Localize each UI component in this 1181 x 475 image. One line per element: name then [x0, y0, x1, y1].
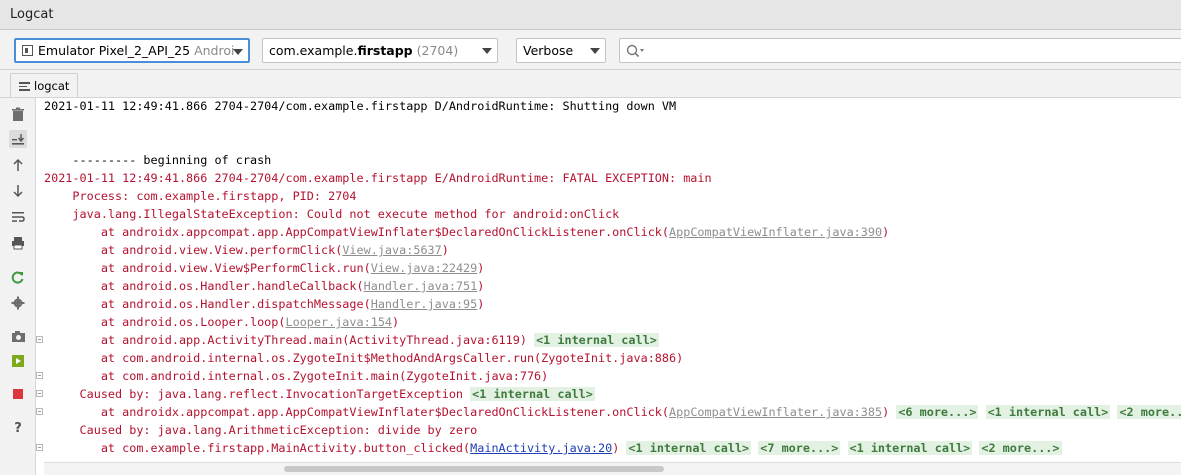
chevron-down-icon: [590, 48, 600, 54]
chevron-down-icon: [233, 49, 243, 55]
source-link[interactable]: Looper.java:154: [285, 315, 392, 329]
stack-frame: at android.os.Looper.loop(Looper.java:15…: [44, 315, 400, 329]
device-dropdown[interactable]: Emulator Pixel_2_API_25 Androi: [14, 38, 250, 63]
caused-by-line: Caused by: java.lang.ArithmeticException…: [44, 423, 478, 437]
settings-icon[interactable]: [9, 294, 27, 312]
log-line: --------- beginning of crash: [44, 153, 272, 167]
screenshot-icon[interactable]: [9, 327, 27, 345]
logcat-toolbar: Emulator Pixel_2_API_25 Androi com.examp…: [0, 30, 1181, 70]
log-line: 2021-01-11 12:49:41.866 2704-2704/com.ex…: [44, 99, 677, 113]
fold-marker[interactable]: [36, 390, 43, 397]
source-link[interactable]: Handler.java:751: [364, 279, 478, 293]
window-title: Logcat: [10, 7, 54, 22]
stack-frame: at android.os.Handler.handleCallback(Han…: [44, 279, 485, 293]
stack-frame: at android.app.ActivityThread.main(Activ…: [44, 333, 659, 347]
logcat-side-toolbar: ?: [0, 98, 36, 475]
stack-frame: at com.android.internal.os.ZygoteInit$Me…: [44, 351, 684, 365]
stack-frame: at androidx.appcompat.app.AppCompatViewI…: [44, 403, 1181, 421]
fold-marker[interactable]: [36, 336, 43, 343]
fold-marker[interactable]: [36, 372, 43, 379]
tab-logcat[interactable]: logcat: [10, 73, 79, 97]
process-prefix: com.example.: [269, 43, 358, 58]
log-level-value: Verbose: [523, 43, 574, 58]
tool-window-titlebar: Logcat: [0, 0, 1181, 30]
source-link[interactable]: AppCompatViewInflater.java:390: [669, 225, 882, 239]
search-input[interactable]: [619, 38, 1181, 63]
process-dropdown[interactable]: com.example.firstapp (2704): [262, 38, 498, 63]
folded-calls-tag[interactable]: <1 internal call>: [534, 333, 659, 347]
device-name: Emulator Pixel_2_API_25: [38, 43, 191, 58]
stack-frame: at androidx.appcompat.app.AppCompatViewI…: [44, 225, 890, 239]
stack-frame: at com.example.firstapp.MainActivity.but…: [44, 441, 1062, 455]
log-line-error: Process: com.example.firstapp, PID: 2704: [44, 189, 357, 203]
scroll-to-end-icon[interactable]: [9, 130, 27, 148]
source-link[interactable]: View.java:22429: [371, 261, 478, 275]
up-arrow-icon[interactable]: [9, 156, 27, 174]
tab-strip: logcat: [0, 70, 1181, 98]
chevron-down-icon: [482, 48, 492, 54]
folded-calls-tag[interactable]: <7 more...>: [758, 441, 841, 455]
folded-calls-tag[interactable]: <1 internal call>: [985, 405, 1111, 419]
tab-logcat-label: logcat: [34, 79, 70, 93]
log-level-dropdown[interactable]: Verbose: [516, 38, 606, 63]
folded-calls-tag[interactable]: <1 internal call>: [470, 387, 595, 401]
process-pid: (2704): [416, 43, 459, 58]
screen-record-icon[interactable]: [9, 352, 27, 370]
caused-by-line: Caused by: java.lang.reflect.InvocationT…: [44, 387, 595, 401]
folded-calls-tag[interactable]: <6 more...>: [896, 405, 979, 419]
horizontal-scrollbar[interactable]: [44, 462, 1181, 475]
device-icon: [22, 45, 33, 56]
fold-marker[interactable]: [36, 444, 43, 451]
print-icon[interactable]: [9, 234, 27, 252]
fold-column: [36, 98, 44, 475]
source-link[interactable]: Handler.java:95: [371, 297, 478, 311]
restart-icon[interactable]: [9, 268, 27, 286]
folded-calls-tag[interactable]: <1 internal call>: [626, 441, 752, 455]
logcat-console[interactable]: 2021-01-11 12:49:41.866 2704-2704/com.ex…: [44, 98, 1181, 462]
search-icon: [626, 44, 644, 58]
process-app: firstapp: [357, 43, 413, 58]
stack-frame: at android.view.View.performClick(View.j…: [44, 243, 449, 257]
down-arrow-icon[interactable]: [9, 182, 27, 200]
log-line-error: java.lang.IllegalStateException: Could n…: [44, 207, 620, 221]
scrollbar-thumb[interactable]: [284, 466, 664, 472]
source-link[interactable]: View.java:5637: [342, 243, 441, 257]
soft-wrap-icon[interactable]: [9, 208, 27, 226]
stack-frame: at android.os.Handler.dispatchMessage(Ha…: [44, 297, 485, 311]
list-icon: [19, 80, 30, 93]
folded-calls-tag[interactable]: <2 more...>: [979, 441, 1062, 455]
source-link[interactable]: MainActivity.java:20: [470, 441, 612, 455]
device-suffix: Androi: [194, 43, 235, 58]
fold-marker[interactable]: [36, 408, 43, 415]
source-link[interactable]: AppCompatViewInflater.java:385: [669, 405, 882, 419]
log-line-error: 2021-01-11 12:49:41.866 2704-2704/com.ex…: [44, 171, 712, 185]
folded-calls-tag[interactable]: <1 internal call>: [847, 441, 973, 455]
help-icon[interactable]: ?: [9, 419, 27, 437]
trash-icon[interactable]: [9, 105, 27, 123]
stack-frame: at android.view.View$PerformClick.run(Vi…: [44, 261, 485, 275]
stack-frame: at com.android.internal.os.ZygoteInit.ma…: [44, 369, 549, 383]
folded-calls-tag[interactable]: <2 more...>: [1117, 405, 1181, 419]
stop-icon[interactable]: [9, 385, 27, 403]
